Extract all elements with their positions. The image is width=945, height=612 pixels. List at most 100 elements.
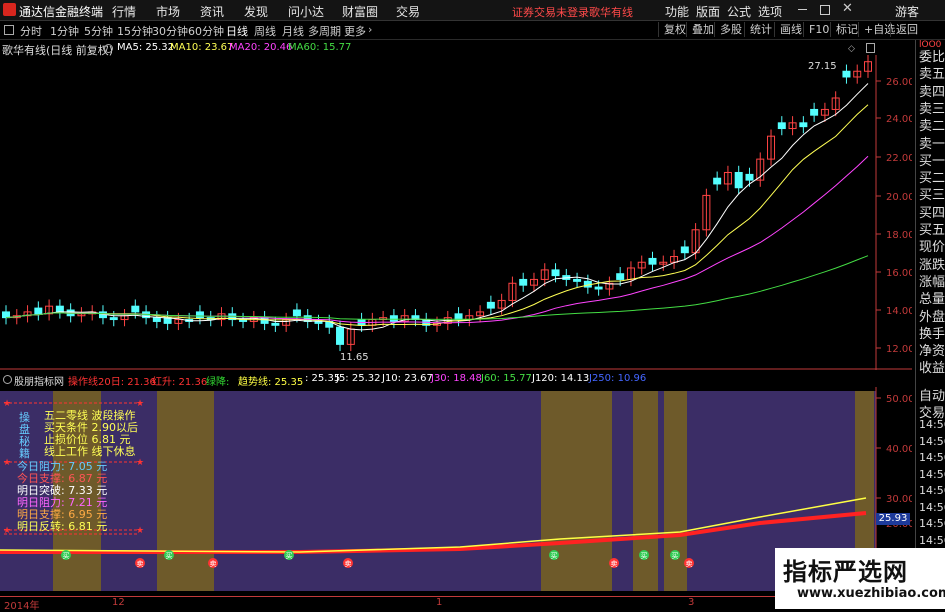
y-tick-label: 22.00: [886, 153, 912, 164]
settings-icon[interactable]: [104, 44, 113, 53]
buy-glyph: 买: [63, 552, 70, 560]
indicator-y-tick: 30.00: [886, 494, 912, 505]
app-title: 通达信金融终端: [19, 5, 104, 19]
watermark-url: www.xuezhibiao.com: [797, 586, 945, 601]
ma-line: [5, 104, 869, 327]
menu-item-ask[interactable]: 问小达: [288, 3, 324, 20]
indicator-legend-4: : 25.35: [305, 373, 341, 384]
panel-label: 外盘: [919, 309, 945, 325]
x-axis-label: 3: [688, 597, 695, 608]
period-more[interactable]: 更多: [344, 23, 366, 39]
ma-line: [5, 83, 869, 331]
menu-item-trade[interactable]: 交易: [396, 3, 420, 20]
y-tick-label: 16.00: [886, 268, 912, 279]
panel-label: 换手: [919, 326, 945, 342]
panel-label: 卖二: [919, 119, 945, 135]
candle: [152, 317, 161, 322]
signal-band: [664, 391, 687, 591]
indicator-header: 股朋指标网 操作线20日: 21.36 红升: 21.36 绿降: 趋势线: 2…: [0, 372, 912, 388]
indicator-legend-9: J120: 14.13: [532, 373, 590, 384]
menu-item-formula[interactable]: 公式: [727, 3, 751, 20]
svg-text:★: ★: [3, 399, 11, 409]
candle: [454, 313, 463, 321]
app-logo-icon: [3, 3, 16, 16]
candle: [292, 309, 301, 317]
toolbar-multi-stock[interactable]: 多股: [714, 22, 747, 37]
toolbar-statistics[interactable]: 统计: [744, 22, 777, 37]
candle: [713, 177, 722, 185]
candle: [810, 108, 819, 116]
panel-label: 净资: [919, 344, 945, 360]
period-intraday[interactable]: 分时: [20, 23, 42, 39]
period-weekly[interactable]: 周线: [254, 23, 276, 39]
kline-chart[interactable]: 26.00 24.00 22.00 20.00 18.00 16.00 14.00 12.00…: [0, 55, 912, 370]
period-daily[interactable]: 日线: [226, 23, 248, 39]
buy-glyph: 买: [641, 552, 648, 560]
main-chart-header: 歌华有线(日线 前复权) MA5: 25.32 MA10: 23.67 MA20…: [0, 41, 912, 57]
sell-glyph: 卖: [345, 560, 352, 568]
zoom-icon[interactable]: ◇: [848, 44, 855, 54]
minimize-icon[interactable]: [798, 9, 807, 10]
menu-item-discover[interactable]: 发现: [244, 3, 268, 20]
strategy-side-label: 操盘秘籍: [19, 411, 30, 460]
ma10-legend: MA10: 23.67: [170, 42, 234, 53]
y-tick-label: 20.00: [886, 192, 912, 203]
menu-item-quotes[interactable]: 行情: [112, 3, 136, 20]
candle: [34, 307, 43, 315]
candle: [616, 273, 625, 280]
panel-time-label: 14:56: [919, 418, 945, 431]
candle: [745, 173, 754, 181]
candle: [486, 301, 495, 309]
panel-time-label: 14:56: [919, 484, 945, 497]
period-60min[interactable]: 60分钟: [188, 23, 224, 39]
restore-icon[interactable]: [820, 5, 830, 15]
window-icon[interactable]: [866, 43, 875, 53]
y-tick-label: 26.00: [886, 77, 912, 88]
panel-label: 买五: [919, 223, 945, 238]
candle: [55, 305, 64, 313]
panel-time-label: 14:56: [919, 533, 945, 547]
buy-glyph: 买: [166, 552, 173, 560]
candle: [777, 122, 786, 130]
period-monthly[interactable]: 月线: [282, 23, 304, 39]
strategy-text-block: 五二零线 波段操作 买天条件 2.90以后 止损价位 6.81 元 线上工作 线…: [44, 410, 144, 458]
svg-text:★: ★: [3, 526, 11, 536]
chevron-right-icon[interactable]: ›: [368, 23, 372, 36]
candle: [271, 322, 280, 326]
menu-toggle-icon[interactable]: [4, 25, 14, 35]
sell-glyph: 卖: [137, 560, 144, 568]
period-30min[interactable]: 30分钟: [152, 23, 188, 39]
panel-time-label: 14:56: [919, 467, 945, 481]
close-icon[interactable]: ✕: [842, 1, 853, 16]
x-axis-label: 2014年: [4, 601, 40, 612]
current-value-badge: 25.93: [876, 513, 910, 525]
menu-item-function[interactable]: 功能: [665, 3, 689, 20]
right-info-panel: lOO0 委比 卖五 卖四 卖三 卖二 卖一 买一 买二 买三 买四 买五 现价 涨跌 涨幅 总量 外盘 换手 净资…: [915, 40, 945, 609]
login-status[interactable]: 证券交易未登录: [512, 4, 589, 20]
signal-band: [633, 391, 658, 591]
toolbar-back[interactable]: 返回: [890, 22, 923, 37]
indicator-legend-2: 绿降:: [206, 377, 230, 388]
y-tick-label: 12.00: [886, 344, 912, 355]
menu-item-wealth[interactable]: 财富圈: [342, 3, 378, 20]
indicator-legend-8: J60: 15.77: [481, 373, 532, 384]
candle: [551, 269, 560, 277]
candle: [314, 320, 323, 324]
period-1min[interactable]: 1分钟: [50, 23, 79, 39]
indicator-settings-icon[interactable]: [3, 375, 12, 384]
period-multi[interactable]: 多周期: [308, 23, 341, 39]
panel-label: 委比: [919, 50, 945, 65]
menu-item-news[interactable]: 资讯: [200, 3, 224, 20]
current-stock-name: 歌华有线: [589, 6, 633, 19]
x-axis-label: 12: [112, 597, 125, 608]
period-15min[interactable]: 15分钟: [117, 23, 153, 39]
guest-label[interactable]: 游客: [895, 3, 919, 20]
menu-item-options[interactable]: 选项: [758, 3, 782, 20]
period-5min[interactable]: 5分钟: [84, 23, 113, 39]
menu-item-layout[interactable]: 版面: [696, 3, 720, 20]
menu-item-market[interactable]: 市场: [156, 3, 180, 20]
indicator-legend-5: J5: 25.32: [336, 373, 381, 384]
candle: [842, 70, 851, 78]
watermark: 指标严选网 www.xuezhibiao.com: [775, 548, 945, 609]
indicator-name[interactable]: 股朋指标网: [14, 373, 64, 388]
